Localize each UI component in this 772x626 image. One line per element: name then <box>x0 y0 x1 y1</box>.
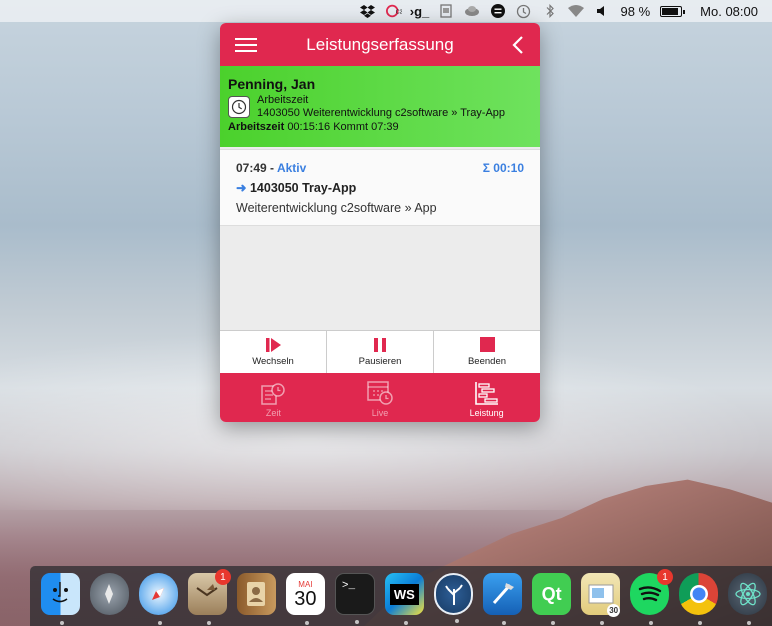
time-machine-icon[interactable] <box>516 3 532 19</box>
arrow-right-icon: ➜ <box>236 181 247 195</box>
tab-leistung-label: Leistung <box>469 408 504 418</box>
calendar-clock-icon <box>367 381 393 405</box>
calendar-day: 30 <box>294 587 317 610</box>
stop-icon <box>479 337 495 352</box>
stat-come-label: Kommt <box>333 121 369 133</box>
stat-label: Arbeitszeit <box>228 121 285 133</box>
task-start-time: 07:49 <box>236 161 267 175</box>
webstorm-text: WS <box>389 583 419 605</box>
terminal-icon[interactable]: >_ <box>334 573 375 624</box>
c2-icon[interactable]: C2 <box>385 3 402 19</box>
preview-number: 30 <box>607 604 621 617</box>
stat-come-time: 07:39 <box>371 121 399 133</box>
window-header: Leistungserfassung <box>220 23 540 66</box>
volume-icon[interactable] <box>594 3 610 19</box>
contacts-icon[interactable] <box>236 573 276 615</box>
stop-button[interactable]: Beenden <box>434 331 540 373</box>
launchpad-icon[interactable] <box>89 573 129 615</box>
task-project: 1403050 Tray-App <box>249 181 357 195</box>
safari-icon[interactable] <box>138 573 178 625</box>
tab-zeit[interactable]: Zeit <box>220 373 327 422</box>
clock-icon <box>228 96 250 118</box>
calendar-icon[interactable]: MAI 30 <box>285 573 325 625</box>
mail-icon[interactable]: 1 <box>187 569 231 625</box>
screenshot-icon[interactable] <box>438 3 454 19</box>
entry-type: Arbeitszeit <box>257 94 309 106</box>
menu-clock[interactable]: Mo. 08:00 <box>700 4 758 19</box>
webstorm-icon[interactable]: WS <box>384 573 424 625</box>
task-status: Aktiv <box>276 161 307 175</box>
spotify-icon[interactable]: 1 <box>630 569 674 625</box>
battery-icon[interactable] <box>660 5 686 17</box>
hamburger-menu-icon[interactable] <box>235 38 257 52</box>
spotify-badge: 1 <box>657 569 674 585</box>
task-sum: 00:10 <box>493 161 524 175</box>
terminal-prompt: >_ <box>341 580 356 592</box>
active-entry-panel[interactable]: Penning, Jan Arbeitszeit 1403050 Weitere… <box>220 66 540 147</box>
current-task-card[interactable]: 07:49 - Aktiv Σ 00:10 ➜ 1403050 Tray-App… <box>220 149 540 226</box>
wifi-icon[interactable] <box>567 3 584 19</box>
time-list-icon <box>261 383 286 405</box>
tab-zeit-label: Zeit <box>265 408 281 418</box>
finder-icon[interactable] <box>41 573 80 625</box>
mail-badge: 1 <box>214 569 231 585</box>
battery-percent: 98 % <box>620 3 651 19</box>
switch-label: Wechseln <box>252 355 294 367</box>
sourcetree-icon[interactable] <box>433 573 474 623</box>
empty-list-area <box>220 226 540 330</box>
menu-bar: C2 ›g_ 98 % Mo. 08:00 <box>0 0 772 22</box>
tab-live[interactable]: Live <box>327 373 434 422</box>
tab-live-label: Live <box>371 408 389 418</box>
bluetooth-icon[interactable] <box>542 3 558 19</box>
preview-icon[interactable]: 30 <box>581 573 621 625</box>
qt-creator-icon[interactable]: Qt <box>532 573 572 625</box>
dropbox-icon[interactable] <box>360 3 376 19</box>
cloud-icon[interactable] <box>464 3 480 19</box>
action-bar: Wechseln Pausieren Beenden <box>220 330 540 373</box>
back-chevron-icon[interactable] <box>510 35 526 55</box>
chrome-icon[interactable] <box>679 573 719 625</box>
entry-stats: Arbeitszeit 00:15:16 Kommt 07:39 <box>228 121 532 133</box>
tab-leistung[interactable]: Leistung <box>433 373 540 422</box>
gantt-icon <box>474 382 498 405</box>
pause-button[interactable]: Pausieren <box>327 331 434 373</box>
menu-icon[interactable] <box>490 3 506 19</box>
pause-label: Pausieren <box>358 355 402 367</box>
g-icon[interactable]: ›g_ <box>410 3 430 19</box>
task-separator: - <box>270 161 275 175</box>
tab-bar: Zeit Live Leistung <box>220 373 540 422</box>
svg-text:C2: C2 <box>395 10 401 16</box>
window-title: Leistungserfassung <box>306 34 454 54</box>
xcode-icon[interactable] <box>483 573 523 625</box>
tray-app-window: Leistungserfassung Penning, Jan Arbeitsz… <box>220 23 540 422</box>
employee-name: Penning, Jan <box>228 76 316 92</box>
sum-icon: Σ <box>482 161 490 175</box>
switch-icon <box>265 337 281 352</box>
qt-text: Qt <box>541 583 562 604</box>
task-description: Weiterentwicklung c2software » App <box>236 201 437 215</box>
stat-duration: 00:15:16 <box>287 121 331 133</box>
entry-project: 1403050 Weiterentwicklung c2software » T… <box>257 107 506 119</box>
dock: 1 MAI 30 >_ WS Qt 30 1 <box>30 566 772 626</box>
switch-button[interactable]: Wechseln <box>220 331 327 373</box>
atom-icon[interactable] <box>728 573 768 625</box>
pause-icon <box>374 337 386 352</box>
stop-label: Beenden <box>467 356 507 367</box>
